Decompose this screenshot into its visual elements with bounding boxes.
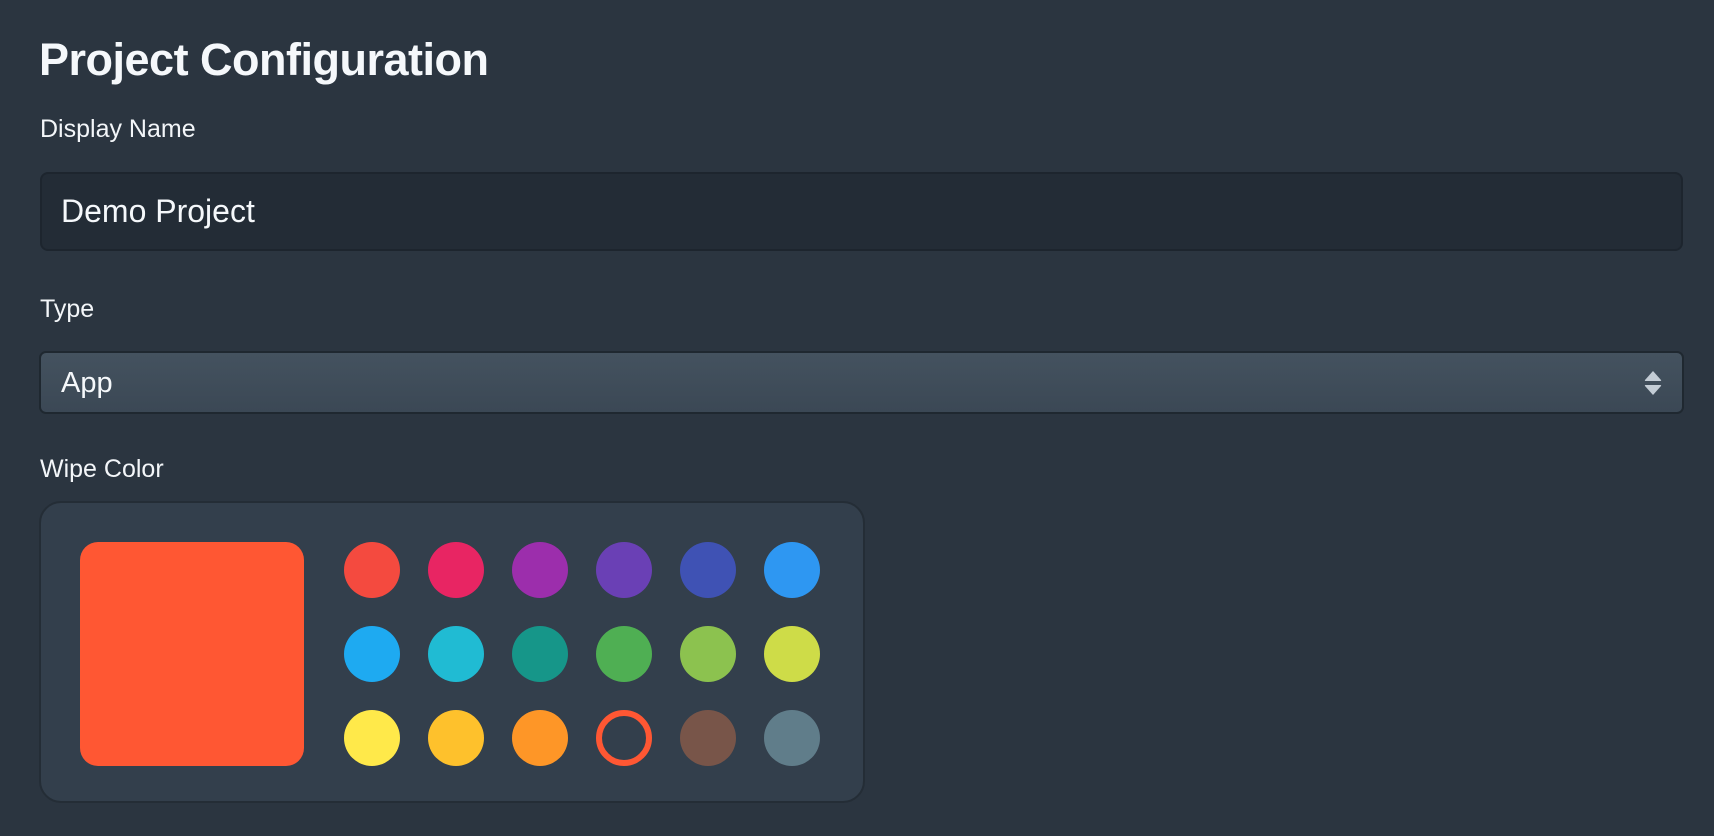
color-swatch-cyan[interactable]: [428, 626, 484, 682]
wipe-color-label: Wipe Color: [40, 455, 164, 483]
color-swatch-light-blue[interactable]: [344, 626, 400, 682]
color-swatch-deep-orange[interactable]: [596, 710, 652, 766]
type-select-value: App: [61, 367, 113, 399]
type-select[interactable]: App: [39, 351, 1684, 414]
type-label: Type: [40, 295, 95, 323]
project-configuration-page: Project Configuration Display Name Type …: [0, 0, 1714, 836]
color-swatch-pink[interactable]: [428, 542, 484, 598]
color-swatch-blue[interactable]: [764, 542, 820, 598]
color-swatch-brown[interactable]: [680, 710, 736, 766]
color-swatch-light-green[interactable]: [680, 626, 736, 682]
color-swatch-purple[interactable]: [512, 542, 568, 598]
color-swatch-yellow[interactable]: [344, 710, 400, 766]
color-swatch-deep-purple[interactable]: [596, 542, 652, 598]
color-swatch-orange[interactable]: [512, 710, 568, 766]
color-swatch-lime[interactable]: [764, 626, 820, 682]
color-swatch-blue-grey[interactable]: [764, 710, 820, 766]
display-name-label: Display Name: [40, 115, 196, 143]
display-name-input[interactable]: [40, 172, 1683, 251]
color-swatch-red[interactable]: [344, 542, 400, 598]
color-swatch-indigo[interactable]: [680, 542, 736, 598]
color-swatch-green[interactable]: [596, 626, 652, 682]
select-up-down-arrows-icon: [1644, 371, 1662, 395]
color-swatch-amber[interactable]: [428, 710, 484, 766]
page-title: Project Configuration: [39, 34, 489, 85]
color-swatch-teal[interactable]: [512, 626, 568, 682]
wipe-color-preview: [80, 542, 304, 766]
